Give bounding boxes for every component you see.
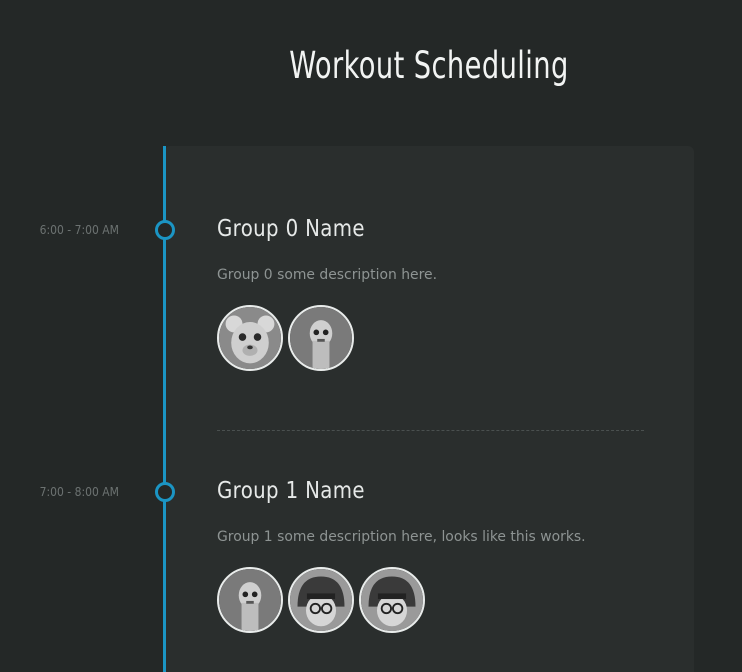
member-avatar[interactable] <box>217 305 283 371</box>
group-name[interactable]: Group 1 Name <box>217 478 365 504</box>
droid-icon <box>219 569 281 631</box>
timeline-marker <box>155 482 175 502</box>
member-avatar[interactable] <box>288 305 354 371</box>
timeline-marker <box>155 220 175 240</box>
time-slot-label: 6:00 - 7:00 AM <box>39 223 119 237</box>
group-members <box>217 567 425 633</box>
member-avatar[interactable] <box>359 567 425 633</box>
droid-icon <box>290 307 352 369</box>
bear-character-icon <box>219 307 281 369</box>
member-avatar[interactable] <box>217 567 283 633</box>
helmet-pilot-icon <box>290 569 352 631</box>
group-members <box>217 305 354 371</box>
group-divider <box>217 430 644 431</box>
time-slot-label: 7:00 - 8:00 AM <box>39 485 119 499</box>
group-name[interactable]: Group 0 Name <box>217 216 365 242</box>
member-avatar[interactable] <box>288 567 354 633</box>
group-description: Group 1 some description here, looks lik… <box>217 529 586 545</box>
page-title: Workout Scheduling <box>289 44 569 87</box>
group-description: Group 0 some description here. <box>217 267 438 283</box>
helmet-pilot-icon <box>361 569 423 631</box>
